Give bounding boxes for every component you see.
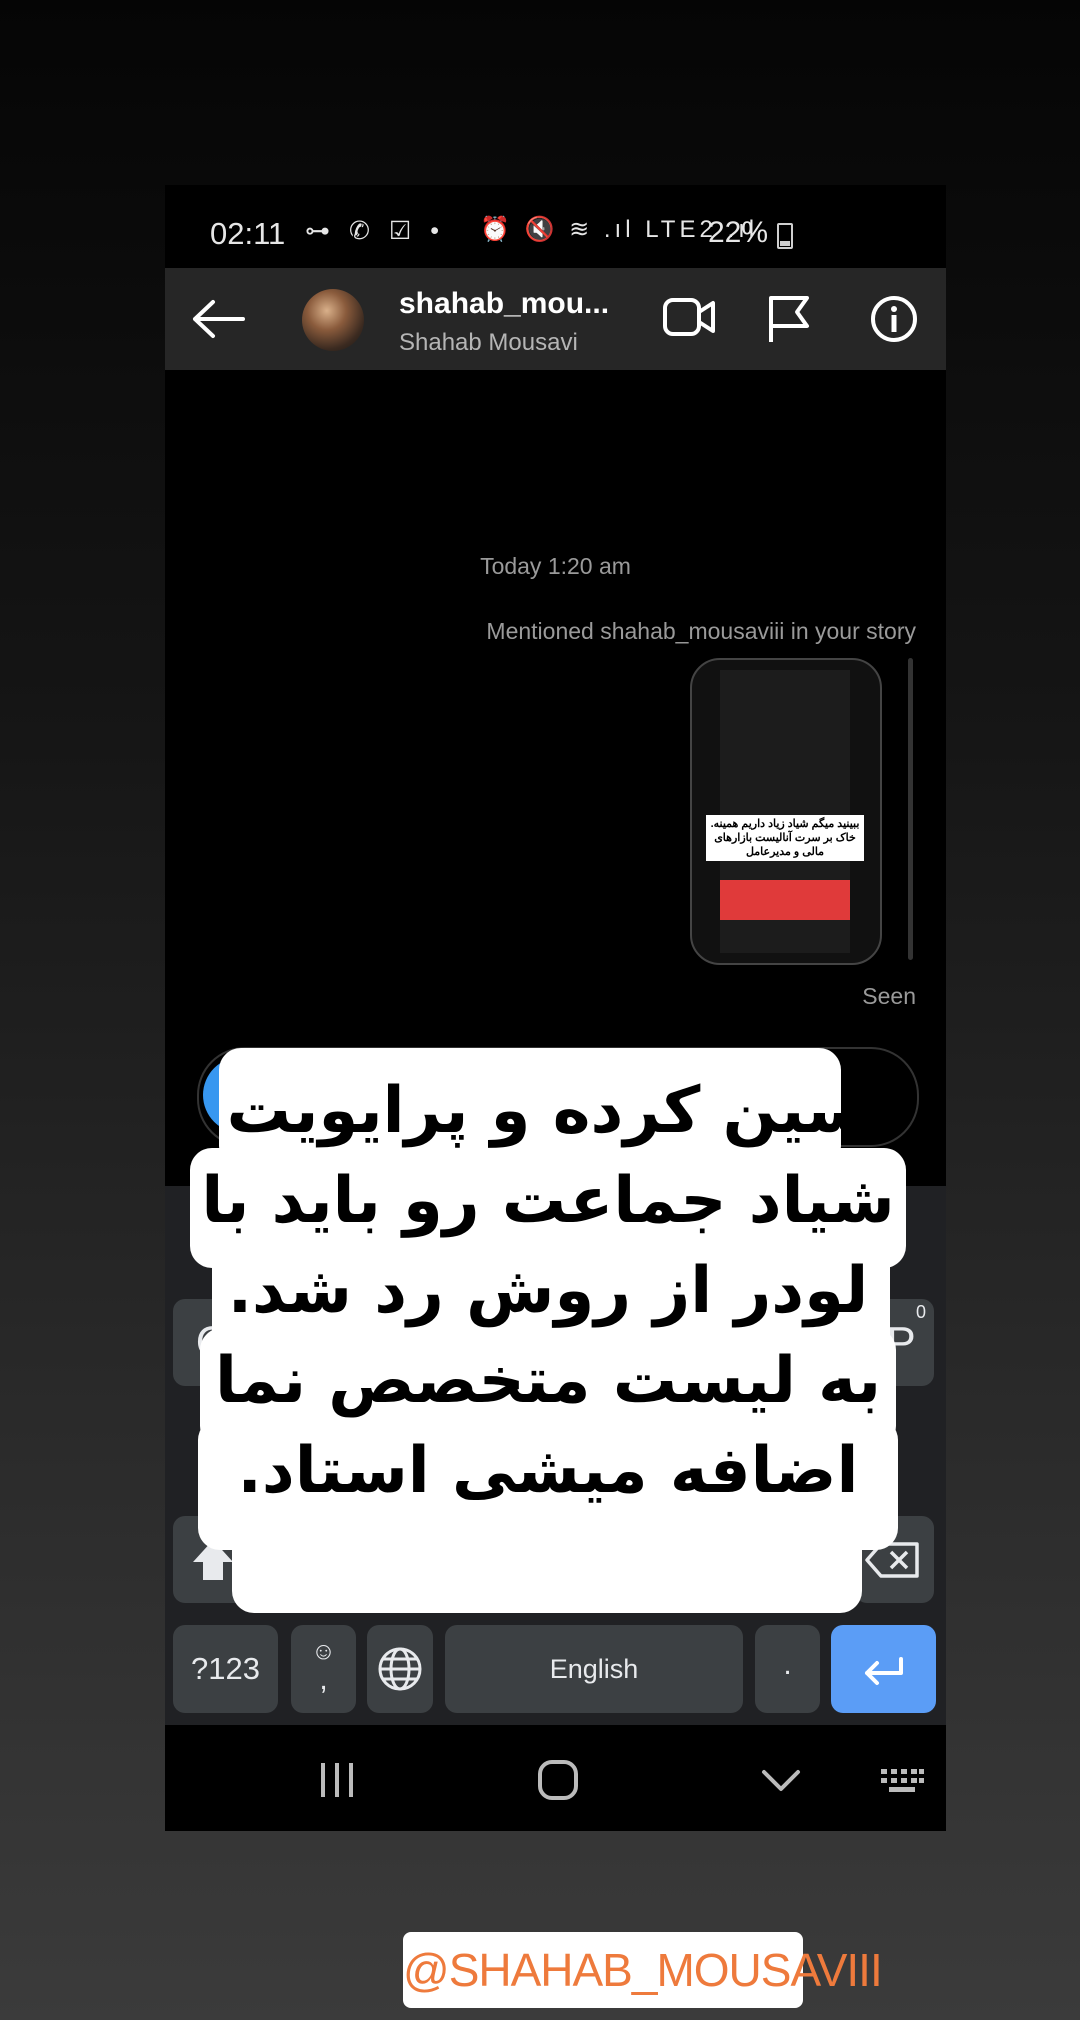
home-icon[interactable] — [537, 1759, 579, 1801]
header-username[interactable]: shahab_mou... — [399, 287, 609, 321]
emoji-icon: ☺ — [311, 1638, 336, 1665]
enter-icon — [865, 1657, 903, 1685]
overlay-line-1: سین کرده و پرایویت — [226, 1074, 870, 1148]
enter-key[interactable] — [831, 1625, 936, 1713]
language-key[interactable] — [367, 1625, 433, 1713]
battery-percent: 22% — [708, 216, 769, 249]
period-key[interactable]: . — [755, 1625, 820, 1713]
comma-label: , — [319, 1663, 328, 1696]
story-highlight — [720, 880, 850, 920]
chat-scrollbar[interactable] — [908, 658, 913, 960]
story-mention-label: Mentioned shahab_mousaviii in your story — [486, 618, 916, 644]
back-arrow-icon[interactable] — [187, 296, 247, 342]
avatar[interactable] — [302, 289, 364, 351]
emoji-comma-key[interactable]: ☺ , — [291, 1625, 356, 1713]
status-bar: 02:11 ⊶ ✆ ☑ • ⏰ 🔇 ≋ .ıl LTE2 .ıl 22% — [165, 185, 946, 268]
story-preview[interactable]: ببینید میگم شیاد زیاد داریم همینه. خاک ب… — [690, 658, 882, 965]
message-timestamp: Today 1:20 am — [480, 553, 631, 579]
header-full-name: Shahab Mousavi — [399, 329, 578, 356]
hide-keyboard-icon[interactable] — [760, 1767, 802, 1795]
story-caption: ببینید میگم شیاد زیاد داریم همینه. خاک ب… — [706, 815, 864, 861]
status-time: 02:11 — [210, 216, 286, 251]
symbols-key[interactable]: ?123 — [173, 1625, 278, 1713]
space-key[interactable]: English — [445, 1625, 743, 1713]
overlay-line-4: به لیست متخصص نما — [215, 1344, 881, 1418]
text-overlay: سین کرده و پرایویت شیاد جماعت رو باید با… — [190, 1048, 906, 1613]
overlay-line-5: اضافه میشی استاد. — [237, 1434, 859, 1508]
seen-status: Seen — [862, 983, 916, 1009]
overlay-text: سین کرده و پرایویت شیاد جماعت رو باید با… — [190, 1066, 906, 1516]
battery-icon — [777, 223, 793, 249]
mention-sticker[interactable]: @SHAHAB_MOUSAVIII — [403, 1932, 883, 2008]
recents-icon[interactable] — [317, 1761, 357, 1799]
overlay-line-2: شیاد جماعت رو باید با — [201, 1164, 895, 1238]
overlay-line-3: لودر از روش رد شد. — [227, 1254, 869, 1328]
video-call-icon[interactable] — [662, 294, 716, 340]
flag-icon[interactable] — [765, 294, 811, 344]
info-icon[interactable] — [869, 294, 919, 344]
key-p-hint: 0 — [915, 1302, 926, 1322]
globe-icon — [378, 1647, 422, 1691]
keyboard-icon[interactable] — [879, 1767, 925, 1795]
status-left-icons: ⊶ ✆ ☑ • — [305, 217, 445, 245]
navigation-bar — [165, 1725, 946, 1831]
chat-header: shahab_mou... Shahab Mousavi — [165, 268, 946, 370]
